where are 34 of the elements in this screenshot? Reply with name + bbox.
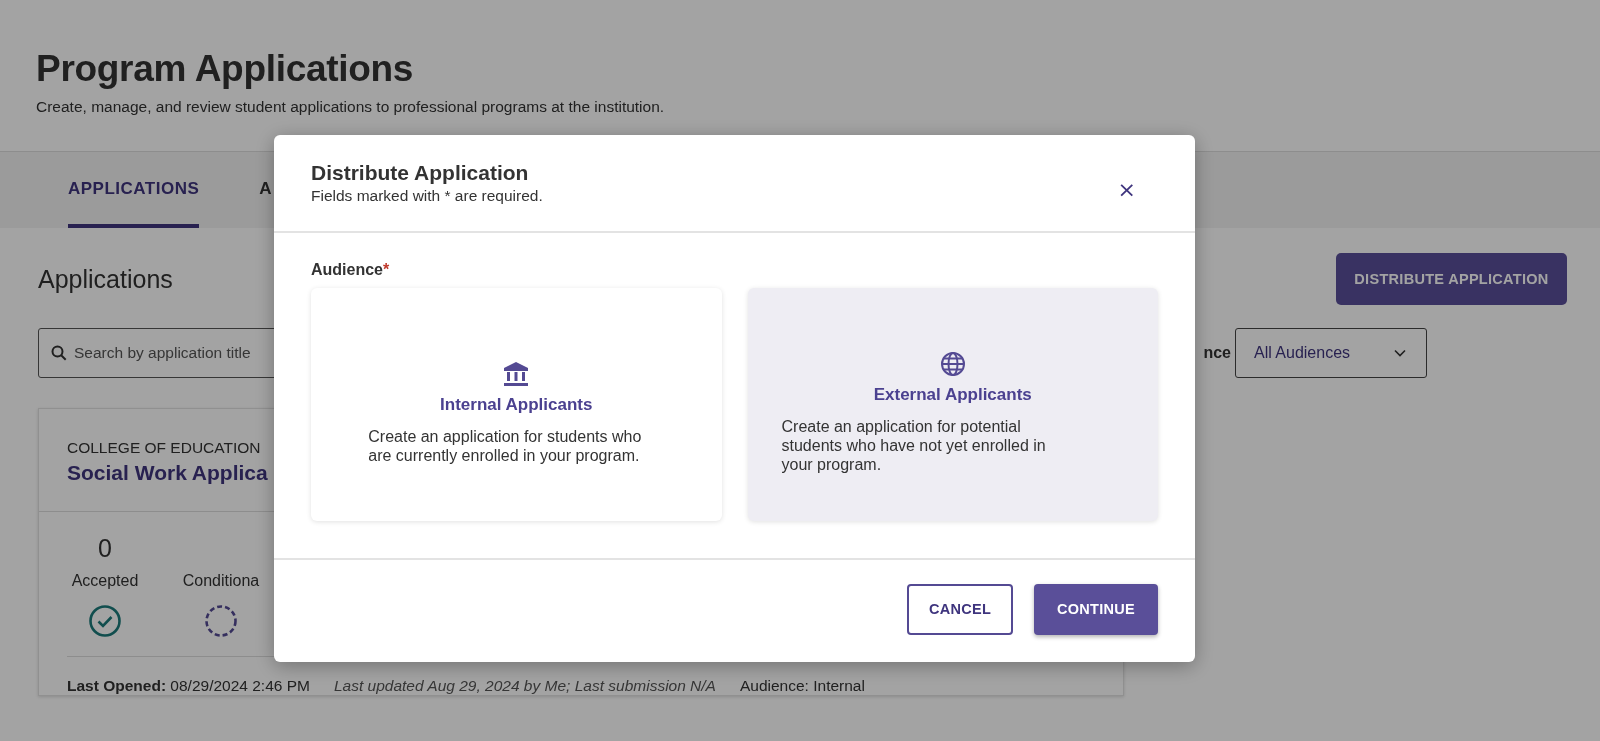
last-updated: Last updated Aug 29, 2024 by Me; Last submission N/A [333,677,716,695]
modal-subtitle: Fields marked with * are required. [311,187,543,205]
option-title: External Applicants [873,385,1032,405]
audience-label: Audience* [311,261,391,279]
bank-icon [503,360,530,387]
stat-count: 0 [98,534,112,564]
option-description: Create an application for potential students who have not yet enrolled in your program. [781,417,1047,474]
chevron-down-icon [1394,349,1406,357]
globe-icon [939,351,966,377]
section-heading: Applications [38,264,173,294]
stat-label: Conditiona [182,572,260,590]
audience-dropdown[interactable]: All Audiences [1235,328,1427,378]
option-title: Internal Applicants [440,394,593,415]
check-circle-icon [88,604,122,638]
option-description: Create an application for students who are currently enrolled in your program. [368,426,643,465]
stat-label: Accepted [71,572,139,590]
audience-option-card[interactable]: Internal Applicants Create an application for students who are currently enrolled in your program. [311,288,722,521]
continue-button[interactable]: CONTINUE [1034,583,1158,635]
search-icon [51,345,67,361]
cancel-button[interactable]: CANCEL [907,583,1013,635]
modal-title: Distribute Application [311,161,530,185]
page-subtitle: Create, manage, and review student applications to professional programs at the institution. [36,98,666,116]
college-name: COLLEGE OF EDUCATION [67,439,261,457]
close-button[interactable]: × [1113,177,1140,203]
page-title: Program Applications [36,48,415,90]
audience-info: Audience: Internal [739,677,865,695]
distribute-application-button[interactable]: DISTRIBUTE APPLICATION [1336,253,1567,305]
filter-label: nce [1203,344,1231,362]
audience-option-card[interactable]: External Applicants Create an application for potential students who have not yet enrolled in your program. [747,288,1158,521]
dashed-circle-icon [204,604,238,638]
application-title[interactable]: Social Work Applica [67,461,268,485]
tab[interactable]: APPLICATIONS [68,152,200,228]
tab[interactable]: A [259,152,273,228]
last-opened: Last Opened: 08/29/2024 2:46 PM [67,677,310,695]
